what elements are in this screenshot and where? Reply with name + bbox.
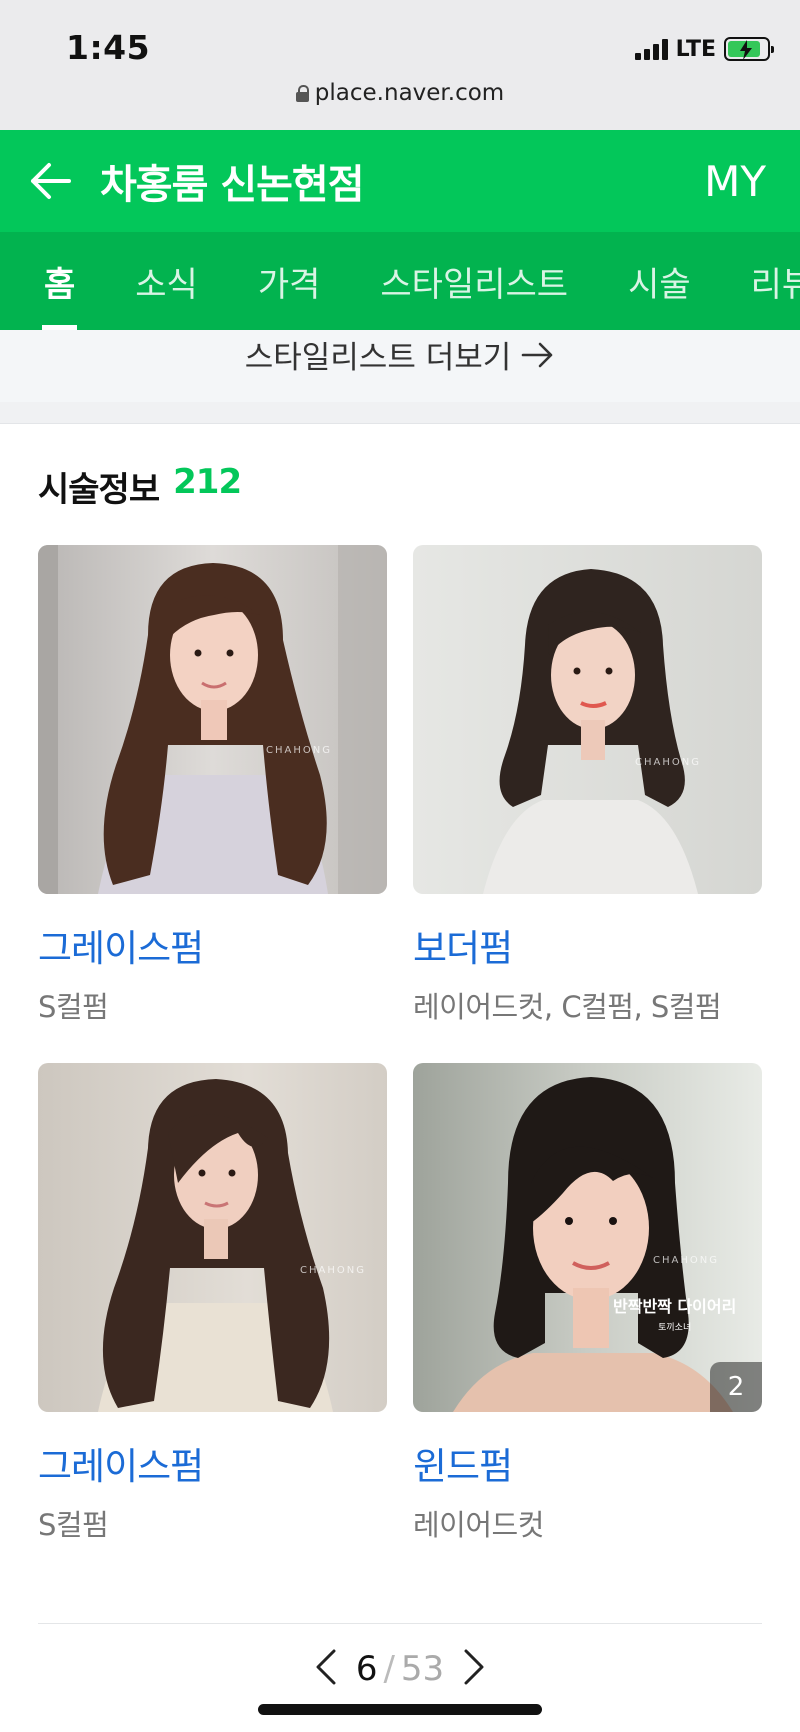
signal-icon (634, 38, 668, 60)
stylist-more-label: 스타일리스트 더보기 (244, 340, 512, 376)
treatment-photo[interactable]: CHAHONG (413, 545, 762, 894)
treatment-photo[interactable]: CHAHONG (38, 1063, 387, 1412)
treatment-card[interactable]: 반짝반짝 다이어리 토끼소녀 CHAHONG 2 윈드펌 레이어드컷 (413, 1063, 762, 1581)
section-title: 시술정보 (38, 470, 160, 510)
my-button[interactable]: MY (704, 157, 800, 206)
treatment-subtitle: 레이어드컷 (413, 1508, 544, 1542)
treatment-title[interactable]: 보더펌 (413, 918, 762, 972)
treatment-subtitle: S컬펌 (38, 990, 109, 1024)
section-count: 212 (173, 462, 242, 502)
treatment-photo[interactable]: CHAHONG (38, 545, 387, 894)
status-icons: LTE (634, 34, 774, 64)
battery-icon (724, 37, 774, 61)
section-divider (0, 402, 800, 424)
section-heading: 시술정보 212 (38, 462, 242, 511)
pager-divider (38, 1623, 762, 1624)
treatment-card[interactable]: CHAHONG 그레이스펌 S컬펌 (38, 1063, 387, 1581)
watermark-text: CHAHONG (635, 757, 701, 768)
overlay-subtitle: 토끼소녀 (658, 1323, 692, 1333)
url-text: place.naver.com (314, 80, 505, 106)
arrow-right-icon (521, 342, 553, 367)
pagination: 6/53 (0, 1648, 800, 1690)
home-indicator[interactable] (258, 1704, 542, 1715)
watermark-text: CHAHONG (266, 745, 332, 756)
back-arrow-icon (31, 163, 71, 199)
tab-price[interactable]: 가격 (258, 232, 321, 330)
lock-icon (295, 84, 309, 102)
treatment-grid: CHAHONG 그레이스펌 S컬펌 CHAHONG 보더펌 레이어드컷, C컬펌… (38, 545, 762, 1581)
tab-treatment[interactable]: 시술 (628, 232, 691, 330)
page-indicator: 6/53 (356, 1649, 444, 1689)
photo-count-badge: 2 (710, 1362, 762, 1412)
treatment-title[interactable]: 그레이스펌 (38, 918, 387, 972)
tab-review[interactable]: 리뷰 (751, 232, 800, 330)
store-title: 차홍룸 신논현점 (100, 162, 365, 208)
network-label: LTE (675, 36, 716, 62)
treatment-subtitle: S컬펌 (38, 1508, 109, 1542)
tab-home[interactable]: 홈 (41, 232, 78, 330)
treatment-card[interactable]: CHAHONG 그레이스펌 S컬펌 (38, 545, 387, 1063)
page-separator: / (383, 1649, 395, 1689)
tab-news[interactable]: 소식 (135, 232, 198, 330)
treatment-title[interactable]: 윈드펌 (413, 1436, 762, 1490)
status-time: 1:45 (66, 28, 151, 67)
current-page: 6 (355, 1649, 378, 1689)
app-header: 차홍룸 신논현점 MY (0, 130, 800, 232)
url-bar[interactable]: place.naver.com (0, 80, 800, 106)
stylist-more-link[interactable]: 스타일리스트 더보기 (245, 332, 556, 377)
treatment-title[interactable]: 그레이스펌 (38, 1436, 387, 1490)
back-button[interactable] (0, 130, 100, 232)
chevron-right-icon (464, 1649, 484, 1685)
treatment-card[interactable]: CHAHONG 보더펌 레이어드컷, C컬펌, S컬펌 (413, 545, 762, 1063)
watermark-text: CHAHONG (300, 1265, 366, 1276)
tab-stylist[interactable]: 스타일리스트 (380, 232, 568, 330)
chevron-left-icon (316, 1649, 336, 1685)
treatment-subtitle: 레이어드컷, C컬펌, S컬펌 (413, 990, 722, 1024)
total-pages: 53 (400, 1649, 445, 1689)
photo-overlay-caption: 반짝반짝 다이어리 토끼소녀 (613, 1293, 736, 1333)
treatment-photo[interactable]: 반짝반짝 다이어리 토끼소녀 CHAHONG 2 (413, 1063, 762, 1412)
status-bar: 1:45 LTE place.naver.com (0, 0, 800, 130)
stylist-more-row: 스타일리스트 더보기 (0, 330, 800, 402)
next-page-button[interactable] (462, 1648, 486, 1690)
watermark-text: CHAHONG (653, 1255, 719, 1266)
overlay-title: 반짝반짝 다이어리 (613, 1297, 737, 1316)
tab-bar: 홈 소식 가격 스타일리스트 시술 리뷰 (0, 232, 800, 330)
prev-page-button[interactable] (314, 1648, 338, 1690)
